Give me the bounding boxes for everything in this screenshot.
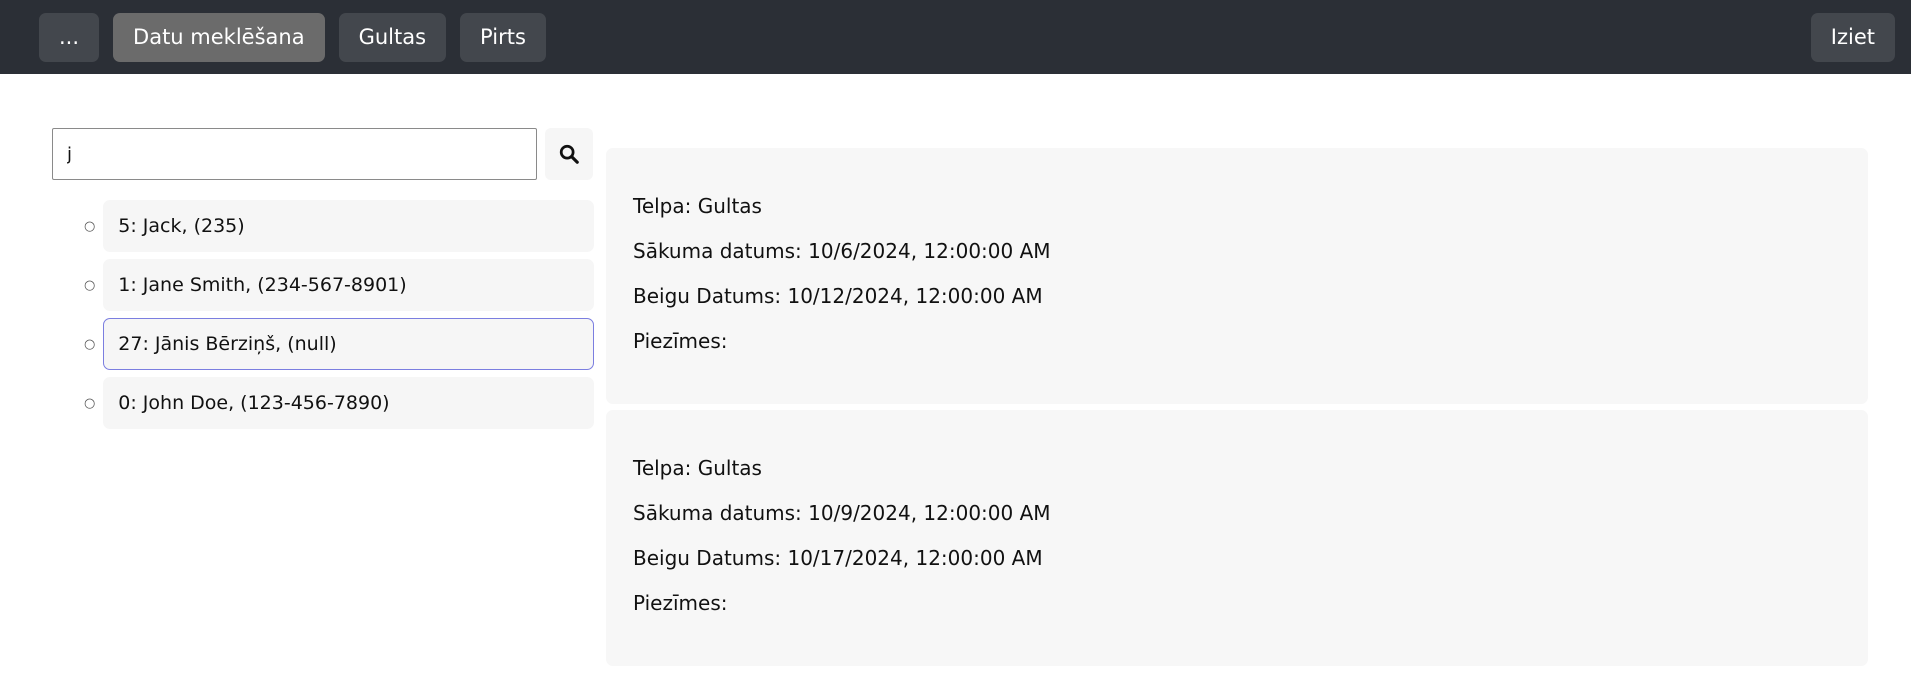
- booking-start-date: Sākuma datums: 10/6/2024, 12:00:00 AM: [633, 239, 1051, 263]
- booking-end-date: Beigu Datums: 10/17/2024, 12:00:00 AM: [633, 546, 1043, 570]
- booking-notes: Piezīmes:: [633, 329, 728, 353]
- list-item: ○ 1: Jane Smith, (234-567-8901): [84, 259, 594, 311]
- list-item: ○ 5: Jack, (235): [84, 200, 594, 252]
- list-bullet: ○: [84, 395, 96, 411]
- list-item: ○ 0: John Doe, (123-456-7890): [84, 377, 594, 429]
- search-bar: [52, 128, 593, 180]
- booking-end-date: Beigu Datums: 10/12/2024, 12:00:00 AM: [633, 284, 1043, 308]
- nav-button-sauna[interactable]: Pirts: [460, 12, 546, 62]
- booking-card: Telpa: Gultas Sākuma datums: 10/9/2024, …: [606, 410, 1868, 666]
- search-icon: [559, 144, 579, 164]
- search-input[interactable]: [52, 128, 537, 180]
- booking-start-date: Sākuma datums: 10/9/2024, 12:00:00 AM: [633, 501, 1051, 525]
- top-navigation-bar: ... Datu meklēšana Gultas Pirts Iziet: [0, 0, 1911, 74]
- logout-button[interactable]: Iziet: [1810, 12, 1895, 62]
- booking-card: Telpa: Gultas Sākuma datums: 10/6/2024, …: [606, 148, 1868, 404]
- search-results-list: ○ 5: Jack, (235) ○ 1: Jane Smith, (234-5…: [84, 200, 594, 436]
- booking-room: Telpa: Gultas: [633, 194, 762, 218]
- booking-room: Telpa: Gultas: [633, 456, 762, 480]
- nav-button-data-search[interactable]: Datu meklēšana: [113, 12, 325, 62]
- result-item-button[interactable]: 0: John Doe, (123-456-7890): [103, 377, 594, 429]
- search-button[interactable]: [545, 128, 593, 180]
- list-bullet: ○: [84, 277, 96, 293]
- list-bullet: ○: [84, 218, 96, 234]
- booking-notes: Piezīmes:: [633, 591, 728, 615]
- result-item-button-selected[interactable]: 27: Jānis Bērziņš, (null): [103, 318, 594, 370]
- list-item: ○ 27: Jānis Bērziņš, (null): [84, 318, 594, 370]
- result-item-button[interactable]: 1: Jane Smith, (234-567-8901): [103, 259, 594, 311]
- nav-button-more[interactable]: ...: [39, 12, 100, 62]
- list-bullet: ○: [84, 336, 96, 352]
- nav-button-beds[interactable]: Gultas: [338, 12, 447, 62]
- bookings-panel: Telpa: Gultas Sākuma datums: 10/6/2024, …: [606, 148, 1868, 672]
- result-item-button[interactable]: 5: Jack, (235): [103, 200, 594, 252]
